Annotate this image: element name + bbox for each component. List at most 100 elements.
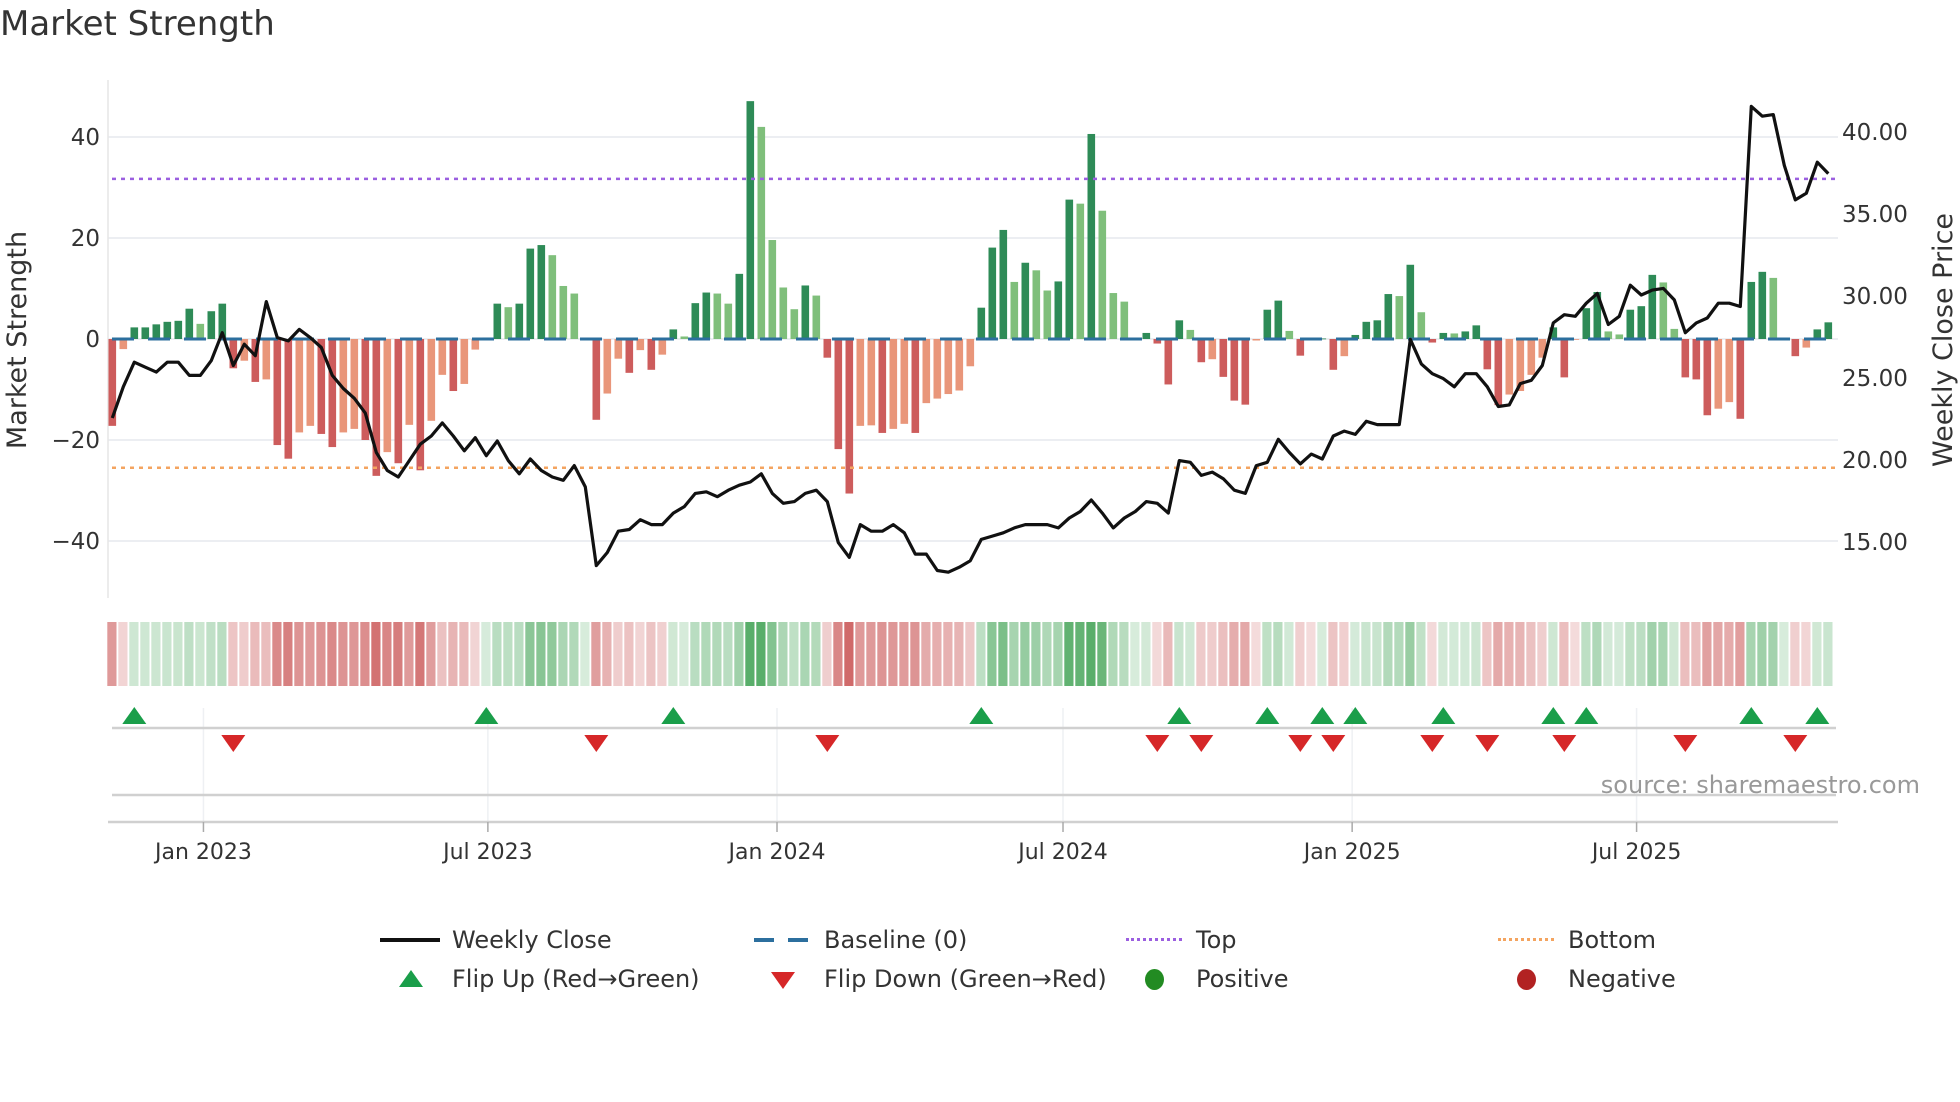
heatmap-cell [1218,622,1228,686]
strength-bar [1791,339,1800,357]
heatmap-cell [954,622,964,686]
heatmap-cell [349,622,359,686]
solid-line-icon [380,928,440,952]
heatmap-cell [1108,622,1118,686]
source-label: source: sharemaestro.com [1601,771,1920,799]
heatmap-cell [624,622,634,686]
heatmap-cell [206,622,216,686]
heatmap-cell [899,622,909,686]
strength-bar [1142,332,1151,339]
heatmap-cell [305,622,315,686]
right-tick-label: 40.00 [1842,120,1908,146]
flip-down-marker [1673,735,1698,752]
heatmap-cell [481,622,491,686]
heatmap-cell [1042,622,1052,686]
heatmap-cell [1086,622,1096,686]
strength-bar [922,339,931,404]
heatmap-cell [646,622,656,686]
strength-bar [845,339,854,494]
heatmap-cell [503,622,513,686]
heatmap-cell [745,622,755,686]
heatmap-cell [987,622,997,686]
flip-up-marker [1805,707,1830,724]
heatmap-cell [1526,622,1536,686]
heatmap-cell [1515,622,1525,686]
heatmap-cell [1537,622,1547,686]
heatmap-cell [1504,622,1514,686]
x-tick-label: Jul 2025 [1590,840,1682,865]
heatmap-cell [679,622,689,686]
strength-heatmap-strip [107,622,1833,686]
legend-label: Bottom [1568,926,1657,954]
strength-bar [955,339,964,391]
strength-bar [966,339,975,367]
heatmap-cell [525,622,535,686]
heatmap-cell [822,622,832,686]
strength-bar [867,339,876,426]
heatmap-cell [932,622,942,686]
strength-bar [1758,271,1767,339]
heatmap-cell [316,622,326,686]
legend-item-flip-up: Flip Up (Red→Green) [380,965,700,993]
x-tick-label: Jul 2023 [441,840,533,865]
flip-up-marker [1541,707,1566,724]
strength-bar [383,339,392,453]
heatmap-cell [1339,622,1349,686]
legend-label: Positive [1196,965,1289,993]
flip-down-marker [584,735,609,752]
x-tick-label: Jan 2025 [1302,840,1401,865]
heatmap-cell [1559,622,1569,686]
strength-bar [603,339,612,394]
heatmap-cell [1823,622,1833,686]
strength-bar [1032,270,1041,339]
heatmap-cell [1625,622,1635,686]
strength-bar [537,245,546,339]
strength-bar [295,339,304,433]
heatmap-cell [1812,622,1822,686]
heatmap-cell [800,622,810,686]
heatmap-cell [1053,622,1063,686]
strength-bar [163,321,172,339]
strength-bar [559,285,568,339]
strength-bar [1648,274,1657,339]
legend-item-baseline: Baseline (0) [752,926,967,954]
x-tick-label: Jul 2024 [1016,840,1108,865]
triangle-up-icon [380,967,440,991]
heatmap-cell [1471,622,1481,686]
heatmap-cell [976,622,986,686]
strength-bar [1417,312,1426,339]
strength-bar [328,339,337,448]
strength-bar [427,339,436,421]
heatmap-cell [1581,622,1591,686]
heatmap-cell [1713,622,1723,686]
heatmap-cell [1779,622,1789,686]
heatmap-cell [382,622,392,686]
strength-bar [1285,330,1294,339]
heatmap-cell [250,622,260,686]
strength-bar [394,339,403,464]
strength-bar [1043,290,1052,339]
heatmap-cell [701,622,711,686]
heatmap-cell [1801,622,1811,686]
heatmap-cell [1141,622,1151,686]
legend-item-negative: Negative [1496,965,1676,993]
strength-bar [548,255,557,339]
strength-bar [658,339,667,355]
heatmap-cell [1031,622,1041,686]
strength-bar [614,339,623,359]
strength-bar [284,339,293,459]
strength-bar [768,240,777,339]
strength-bar [1164,339,1173,385]
heatmap-cell [1262,622,1272,686]
heatmap-cell [1394,622,1404,686]
x-tick-label: Jan 2024 [727,840,826,865]
strength-bar [515,303,524,339]
right-tick-label: 35.00 [1842,202,1908,228]
strength-bar [1065,199,1074,339]
flip-up-marker [1431,707,1456,724]
heatmap-cell [1383,622,1393,686]
heatmap-cell [415,622,425,686]
strength-bar [889,339,898,429]
heatmap-cell [1152,622,1162,686]
strength-bar [1637,306,1646,339]
